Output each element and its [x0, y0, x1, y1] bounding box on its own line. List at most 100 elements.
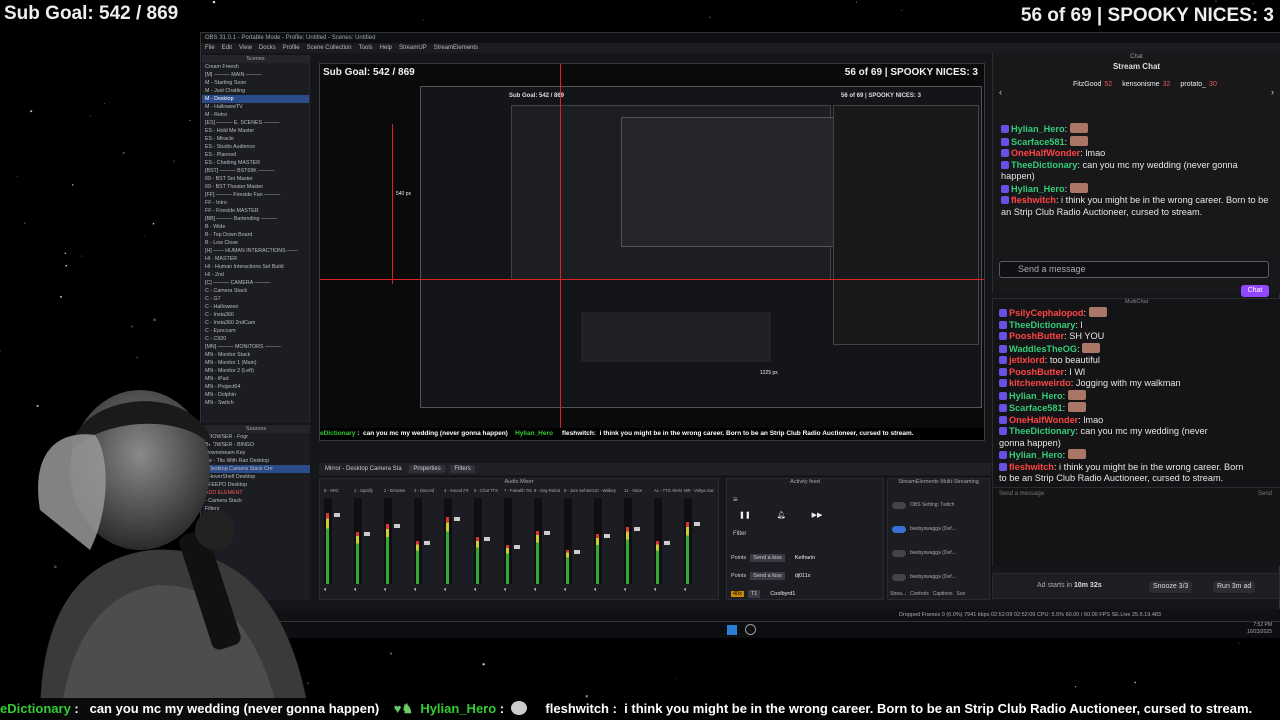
obs-preview[interactable]: Sub Goal: 542 / 869 56 of 69 | SPOOKY NI… [319, 63, 985, 441]
scene-item[interactable]: C - G7 [202, 295, 309, 303]
toggle-switch[interactable] [892, 549, 906, 557]
bell-icon[interactable]: 🔔︎ [777, 511, 786, 519]
scene-item[interactable]: Cream Freesh [202, 63, 309, 71]
toggle-switch[interactable] [892, 573, 906, 581]
chat-next-arrow[interactable]: › [1271, 87, 1274, 97]
scene-item[interactable]: 69 - BST Theater Master [202, 183, 309, 191]
scene-item[interactable]: B - Low Close [202, 239, 309, 247]
scene-item[interactable]: C - Insta360 2ndCam [202, 319, 309, 327]
speaker-icon[interactable]: 🔈︎ [474, 587, 478, 594]
run-ad-button[interactable]: Run 3m ad [1213, 581, 1256, 593]
scene-item[interactable]: M - Starting Soon [202, 79, 309, 87]
dock-tab[interactable]: Strea... [890, 591, 906, 597]
scene-item[interactable]: HI - 2nd [202, 271, 309, 279]
dock-tab[interactable]: Controls [910, 591, 929, 597]
volume-fader[interactable] [544, 530, 550, 535]
volume-fader[interactable] [484, 536, 490, 541]
menu-item[interactable]: Profile [283, 43, 300, 53]
scene-item[interactable]: [MN] ——— MONITORS ——— [202, 343, 309, 351]
windows-start-icon[interactable] [727, 625, 737, 635]
chat-username[interactable]: WaddlesTheOG [1009, 344, 1077, 354]
volume-fader[interactable] [694, 522, 700, 527]
pause-icon[interactable]: ❚❚ [739, 511, 751, 519]
chat-username[interactable]: Hylian_Hero [1011, 184, 1065, 194]
speaker-icon[interactable]: 🔈︎ [534, 587, 538, 594]
scene-item[interactable]: C - Insta360 [202, 311, 309, 319]
activity-row[interactable]: Points Send a kiss dj011x [731, 567, 881, 585]
speaker-icon[interactable]: 🔈︎ [354, 587, 358, 594]
scene-item[interactable]: [BST] ——— BST69K ——— [202, 167, 309, 175]
scene-item[interactable]: M - Desktop [202, 95, 309, 103]
toggle-switch[interactable] [892, 501, 906, 509]
scene-item[interactable]: ES - Planned [202, 151, 309, 159]
volume-fader[interactable] [394, 523, 400, 528]
chat-username[interactable]: kitchenweirdo [1009, 378, 1071, 388]
menu-item[interactable]: View [239, 43, 252, 53]
toggle-switch[interactable] [892, 525, 906, 533]
volume-fader[interactable] [664, 541, 670, 545]
chat-username[interactable]: fleshwitch [1011, 195, 1056, 205]
scene-item[interactable]: C - Halloween [202, 303, 309, 311]
scene-item[interactable]: C - Epoccam [202, 327, 309, 335]
scene-item[interactable]: C - C920 [202, 335, 309, 343]
scene-item[interactable]: [M] ——— MAIN ——— [202, 71, 309, 79]
volume-fader[interactable] [424, 541, 430, 545]
skip-icon[interactable]: ▶▶ [812, 511, 823, 519]
scene-item[interactable]: FF - Fireside MASTER [202, 207, 309, 215]
activity-filter[interactable]: Filter [733, 531, 746, 537]
menu-item[interactable]: Scene Collection [307, 43, 352, 53]
volume-fader[interactable] [514, 545, 520, 550]
chat-username[interactable]: PooshButter [1009, 331, 1064, 341]
dock-tab[interactable]: Captions [933, 591, 953, 597]
volume-fader[interactable] [574, 549, 580, 554]
menu-item[interactable]: Help [380, 43, 392, 53]
properties-button[interactable]: Properties [409, 465, 445, 473]
speaker-icon[interactable]: 🔈︎ [654, 587, 658, 594]
scene-item[interactable]: B - Wide [202, 223, 309, 231]
chat-username[interactable]: fleshwitch [1009, 462, 1054, 472]
scene-item[interactable]: 69 - BST Set Master [202, 175, 309, 183]
scene-item[interactable]: [FF] ——— Fireside Fan ——— [202, 191, 309, 199]
volume-fader[interactable] [604, 534, 610, 539]
speaker-icon[interactable]: 🔈︎ [444, 587, 448, 594]
scene-item[interactable]: FF - Intro [202, 199, 309, 207]
menu-item[interactable]: Edit [222, 43, 232, 53]
volume-fader[interactable] [364, 532, 370, 537]
scene-item[interactable]: [BB] ——— Bartending ——— [202, 215, 309, 223]
menu-item[interactable]: Tools [359, 43, 373, 53]
scene-item[interactable]: ES - Studio Audience [202, 143, 309, 151]
scene-item[interactable]: HI - Human Interactions Set Build [202, 263, 309, 271]
scene-item[interactable]: HI - MASTER [202, 255, 309, 263]
multichat-input[interactable]: Send a message [999, 491, 1044, 497]
scene-item[interactable]: ES - Hold Me Master [202, 127, 309, 135]
chat-username[interactable]: Hylian_Hero [1011, 124, 1065, 134]
chat-username[interactable]: OneHalfWonder [1009, 415, 1078, 425]
chat-username[interactable]: Hylian_Hero [1009, 450, 1063, 460]
chat-username[interactable]: Hylian_Hero [1009, 391, 1063, 401]
obs-taskbar-icon[interactable] [745, 624, 756, 635]
activity-row[interactable]: Points Send a kiss Ketharin [731, 549, 881, 567]
menu-item[interactable]: File [205, 43, 215, 53]
scene-item[interactable]: [ES] ——— E. SCENES ——— [202, 119, 309, 127]
snooze-ad-button[interactable]: Snooze 3/3 [1149, 581, 1193, 593]
chat-username[interactable]: TheeDictionary [1009, 320, 1075, 330]
chat-username[interactable]: PsilyCephalopod [1009, 308, 1084, 318]
chat-username[interactable]: PooshButter [1009, 367, 1064, 377]
chat-send-button[interactable]: Chat [1241, 285, 1269, 297]
scene-item[interactable]: [C] ——— CAMERA ——— [202, 279, 309, 287]
chat-input[interactable]: Send a message [999, 261, 1269, 278]
chat-username[interactable]: Scarface581 [1009, 403, 1063, 413]
menu-icon[interactable]: ≡ [733, 495, 738, 504]
chat-username[interactable]: OneHalfWonder [1011, 148, 1080, 158]
scene-item[interactable]: M - Just Chatting [202, 87, 309, 95]
scene-item[interactable]: ES - Chatting MASTER [202, 159, 309, 167]
speaker-icon[interactable]: 🔈︎ [504, 587, 508, 594]
menu-item[interactable]: StreamUP [399, 43, 427, 53]
scene-item[interactable]: C - Camera Stack [202, 287, 309, 295]
scene-item[interactable]: ES - Miracle [202, 135, 309, 143]
chat-username[interactable]: jetixlord [1009, 355, 1045, 365]
speaker-icon[interactable]: 🔈︎ [414, 587, 418, 594]
chat-username[interactable]: Scarface581 [1011, 137, 1065, 147]
dock-tab[interactable]: Sce [956, 591, 965, 597]
speaker-icon[interactable]: 🔈︎ [624, 587, 628, 594]
